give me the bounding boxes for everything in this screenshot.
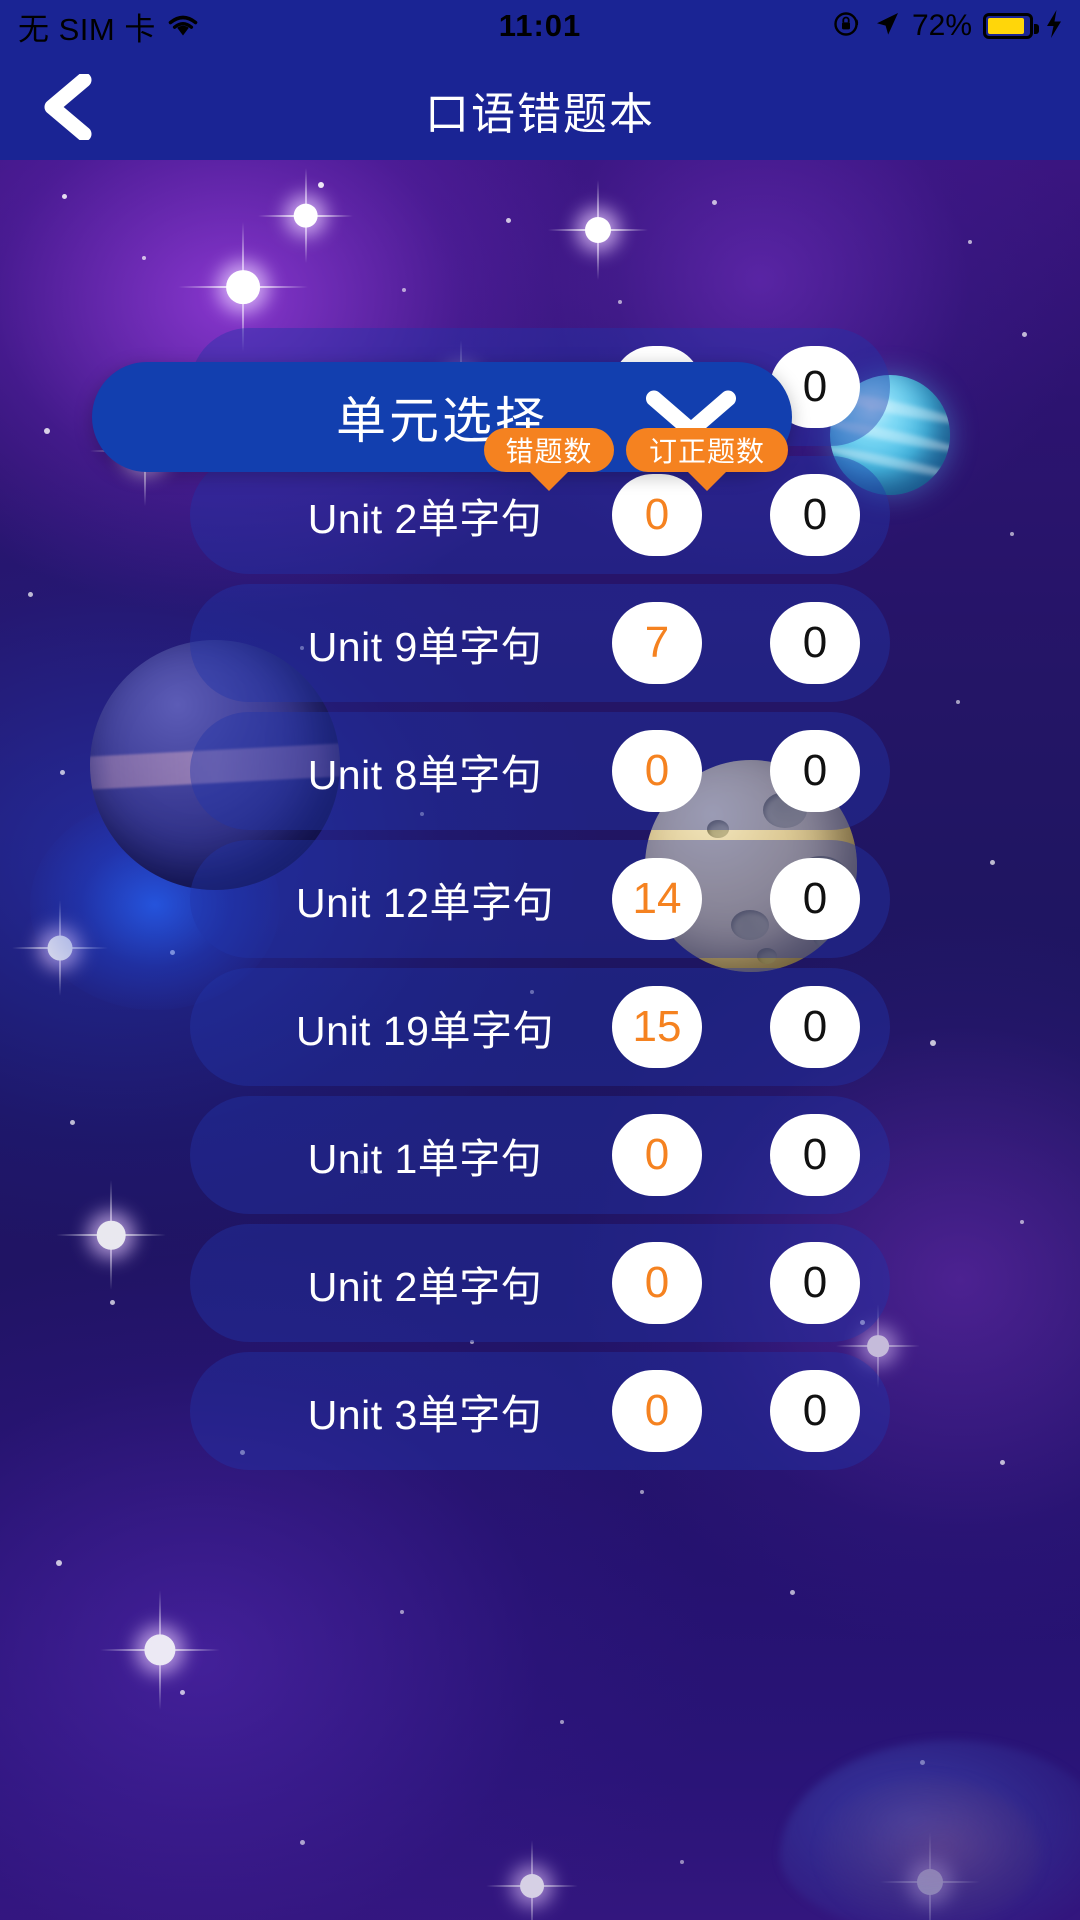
asteroid-glow [820, 1778, 1040, 1920]
corrected-count-pill[interactable]: 0 [770, 1370, 860, 1452]
wrong-count-value: 15 [632, 1002, 682, 1051]
unit-title: Unit 12单字句 [296, 880, 554, 926]
wrong-count-value: 0 [644, 490, 670, 539]
corrected-count-badge-label: 订正题数 [648, 436, 765, 467]
wrong-count-value: 7 [644, 618, 670, 667]
unit-title: Unit 3单字句 [307, 1392, 543, 1438]
unit-list: Unit 1单字句100Unit 2单字句00Unit 9单字句70Unit 8… [0, 328, 1080, 1470]
wrong-count-badge: 错题数 [484, 428, 614, 472]
wrong-count-value: 0 [644, 1386, 670, 1435]
wrong-count-pill[interactable]: 0 [612, 1114, 702, 1196]
unit-title: Unit 9单字句 [307, 624, 543, 670]
table-row[interactable]: Unit 1单字句 0 0 [190, 1096, 890, 1214]
corrected-count-pill[interactable]: 0 [770, 474, 860, 556]
corrected-count-pill[interactable]: 0 [770, 1242, 860, 1324]
corrected-count-pill[interactable]: 0 [770, 730, 860, 812]
unit-title: Unit 2单字句 [307, 496, 543, 542]
wrong-count-value: 14 [632, 874, 682, 923]
unit-title: Unit 8单字句 [307, 752, 543, 798]
wrong-count-value: 0 [644, 1130, 670, 1179]
table-row[interactable]: Unit 9单字句 7 0 [190, 584, 890, 702]
corrected-count-value: 0 [802, 1386, 828, 1435]
wrong-count-pill[interactable]: 15 [612, 986, 702, 1068]
corrected-count-value: 0 [802, 1130, 828, 1179]
corrected-count-value: 0 [802, 362, 828, 411]
wrong-count-pill[interactable]: 14 [612, 858, 702, 940]
wrong-count-pill[interactable]: 7 [612, 602, 702, 684]
table-row[interactable]: Unit 8单字句 0 0 [190, 712, 890, 830]
corrected-count-value: 0 [802, 618, 828, 667]
corrected-count-value: 0 [802, 1258, 828, 1307]
corrected-count-value: 0 [802, 1002, 828, 1051]
location-arrow-icon [873, 10, 901, 43]
wrong-count-value: 0 [644, 746, 670, 795]
page-title: 口语错题本 [425, 90, 655, 139]
corrected-count-pill[interactable]: 0 [770, 1114, 860, 1196]
wrong-count-value: 0 [644, 1258, 670, 1307]
wrong-count-badge-label: 错题数 [505, 436, 593, 467]
wrong-count-pill[interactable]: 0 [612, 1370, 702, 1452]
corrected-count-value: 0 [802, 490, 828, 539]
corrected-count-pill[interactable]: 0 [770, 858, 860, 940]
rotation-lock-icon [832, 9, 862, 44]
corrected-count-value: 0 [802, 874, 828, 923]
corrected-count-badge: 订正题数 [626, 428, 788, 472]
corrected-count-pill[interactable]: 0 [770, 986, 860, 1068]
table-row[interactable]: Unit 19单字句 15 0 [190, 968, 890, 1086]
status-bar: 无 SIM 卡 11:01 72% [0, 0, 1080, 52]
status-bar-right: 72% [832, 9, 1064, 44]
table-row[interactable]: Unit 3单字句 0 0 [190, 1352, 890, 1470]
app-screen: 无 SIM 卡 11:01 72% 口语错题本 单元选择 错题数 订正题数 0 … [0, 0, 1080, 1920]
table-row[interactable]: Unit 12单字句 14 0 [190, 840, 890, 958]
unit-title: Unit 1单字句 [307, 1136, 543, 1182]
battery-percent-label: 72% [911, 9, 972, 42]
wrong-count-pill[interactable]: 0 [612, 1242, 702, 1324]
nav-bar: 口语错题本 [0, 52, 1080, 160]
battery-icon [983, 13, 1039, 39]
table-row[interactable]: Unit 2单字句 0 0 [190, 1224, 890, 1342]
corrected-count-pill[interactable]: 0 [770, 602, 860, 684]
charging-bolt-icon [1044, 9, 1064, 44]
unit-title: Unit 2单字句 [307, 1264, 543, 1310]
wrong-count-pill[interactable]: 0 [612, 730, 702, 812]
corrected-count-value: 0 [802, 746, 828, 795]
unit-title: Unit 19单字句 [296, 1008, 554, 1054]
